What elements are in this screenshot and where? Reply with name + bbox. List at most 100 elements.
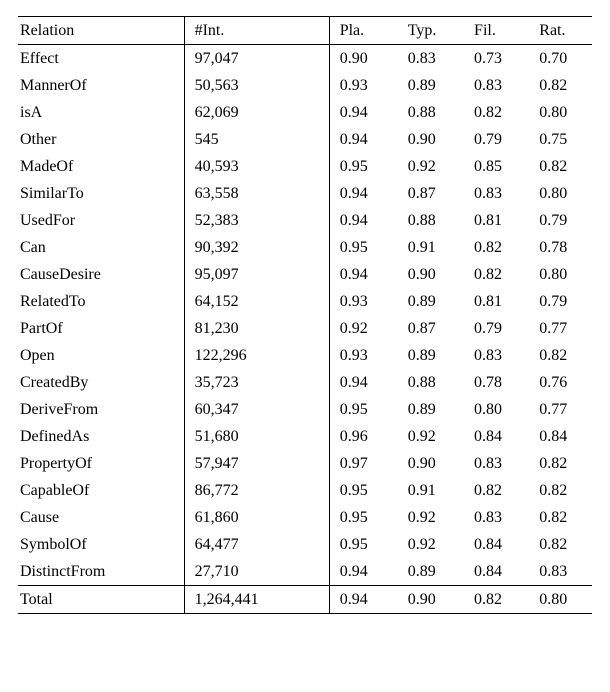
cell-typ: 0.88 (402, 207, 468, 234)
table-row: SimilarTo63,5580.940.870.830.80 (18, 180, 592, 207)
cell-rat: 0.82 (533, 477, 592, 504)
cell-int: 35,723 (184, 369, 329, 396)
cell-relation: DistinctFrom (18, 558, 184, 586)
cell-pla: 0.90 (329, 45, 402, 73)
cell-fil: 0.83 (468, 342, 533, 369)
cell-fil: 0.85 (468, 153, 533, 180)
cell-relation: SimilarTo (18, 180, 184, 207)
cell-typ: 0.87 (402, 315, 468, 342)
cell-typ: 0.90 (402, 450, 468, 477)
cell-typ: 0.89 (402, 342, 468, 369)
cell-pla: 0.95 (329, 477, 402, 504)
cell-int: 62,069 (184, 99, 329, 126)
cell-fil: 0.73 (468, 45, 533, 73)
col-header-rat: Rat. (533, 17, 592, 45)
cell-fil: 0.82 (468, 477, 533, 504)
cell-pla: 0.93 (329, 342, 402, 369)
cell-relation: SymbolOf (18, 531, 184, 558)
table-total-row: Total 1,264,441 0.94 0.90 0.82 0.80 (18, 586, 592, 614)
cell-int: 97,047 (184, 45, 329, 73)
cell-rat: 0.82 (533, 504, 592, 531)
table-row: MadeOf40,5930.950.920.850.82 (18, 153, 592, 180)
table-row: PartOf81,2300.920.870.790.77 (18, 315, 592, 342)
cell-typ: 0.92 (402, 504, 468, 531)
cell-rat: 0.82 (533, 153, 592, 180)
table-row: DeriveFrom60,3470.950.890.800.77 (18, 396, 592, 423)
cell-relation: Open (18, 342, 184, 369)
cell-fil: 0.80 (468, 396, 533, 423)
cell-relation: Can (18, 234, 184, 261)
cell-pla: 0.93 (329, 288, 402, 315)
cell-fil: 0.82 (468, 234, 533, 261)
cell-pla: 0.94 (329, 558, 402, 586)
table-row: Effect97,0470.900.830.730.70 (18, 45, 592, 73)
cell-rat: 0.76 (533, 369, 592, 396)
cell-rat: 0.79 (533, 207, 592, 234)
cell-fil: 0.82 (468, 261, 533, 288)
table-row: CapableOf86,7720.950.910.820.82 (18, 477, 592, 504)
cell-int: 63,558 (184, 180, 329, 207)
cell-rat: 0.82 (533, 72, 592, 99)
col-header-relation: Relation (18, 17, 184, 45)
table-row: Open122,2960.930.890.830.82 (18, 342, 592, 369)
cell-typ: 0.90 (402, 261, 468, 288)
col-header-fil: Fil. (468, 17, 533, 45)
cell-pla: 0.96 (329, 423, 402, 450)
cell-pla: 0.94 (329, 99, 402, 126)
cell-rat: 0.84 (533, 423, 592, 450)
cell-int: 57,947 (184, 450, 329, 477)
cell-pla: 0.94 (329, 207, 402, 234)
cell-pla: 0.94 (329, 369, 402, 396)
cell-typ: 0.89 (402, 396, 468, 423)
cell-pla: 0.95 (329, 234, 402, 261)
table-row: DefinedAs51,6800.960.920.840.84 (18, 423, 592, 450)
cell-fil: 0.82 (468, 99, 533, 126)
table-row: Other5450.940.900.790.75 (18, 126, 592, 153)
cell-typ: 0.91 (402, 234, 468, 261)
cell-fil: 0.83 (468, 504, 533, 531)
cell-relation: DefinedAs (18, 423, 184, 450)
cell-rat: 0.77 (533, 315, 592, 342)
table-row: Can90,3920.950.910.820.78 (18, 234, 592, 261)
cell-int: 27,710 (184, 558, 329, 586)
cell-pla: 0.95 (329, 504, 402, 531)
cell-relation: Other (18, 126, 184, 153)
cell-typ: 0.88 (402, 99, 468, 126)
col-header-typ: Typ. (402, 17, 468, 45)
cell-int: 60,347 (184, 396, 329, 423)
cell-pla: 0.92 (329, 315, 402, 342)
cell-fil: 0.79 (468, 126, 533, 153)
table-row: DistinctFrom27,7100.940.890.840.83 (18, 558, 592, 586)
cell-rat: 0.75 (533, 126, 592, 153)
cell-rat: 0.80 (533, 99, 592, 126)
cell-relation: CapableOf (18, 477, 184, 504)
table-row: Cause61,8600.950.920.830.82 (18, 504, 592, 531)
cell-typ: 0.87 (402, 180, 468, 207)
cell-int: 122,296 (184, 342, 329, 369)
table-row: CreatedBy35,7230.940.880.780.76 (18, 369, 592, 396)
table-row: MannerOf50,5630.930.890.830.82 (18, 72, 592, 99)
cell-typ: 0.88 (402, 369, 468, 396)
cell-relation: RelatedTo (18, 288, 184, 315)
cell-relation: UsedFor (18, 207, 184, 234)
table-header-row: Relation #Int. Pla. Typ. Fil. Rat. (18, 17, 592, 45)
cell-pla: 0.94 (329, 180, 402, 207)
total-int: 1,264,441 (184, 586, 329, 614)
table-row: SymbolOf64,4770.950.920.840.82 (18, 531, 592, 558)
cell-fil: 0.84 (468, 531, 533, 558)
cell-relation: DeriveFrom (18, 396, 184, 423)
total-typ: 0.90 (402, 586, 468, 614)
table-row: isA62,0690.940.880.820.80 (18, 99, 592, 126)
cell-relation: Effect (18, 45, 184, 73)
cell-int: 64,477 (184, 531, 329, 558)
cell-pla: 0.94 (329, 126, 402, 153)
cell-rat: 0.79 (533, 288, 592, 315)
cell-rat: 0.82 (533, 531, 592, 558)
cell-int: 64,152 (184, 288, 329, 315)
cell-typ: 0.90 (402, 126, 468, 153)
cell-int: 61,860 (184, 504, 329, 531)
cell-fil: 0.83 (468, 72, 533, 99)
cell-fil: 0.81 (468, 207, 533, 234)
total-pla: 0.94 (329, 586, 402, 614)
cell-relation: PartOf (18, 315, 184, 342)
